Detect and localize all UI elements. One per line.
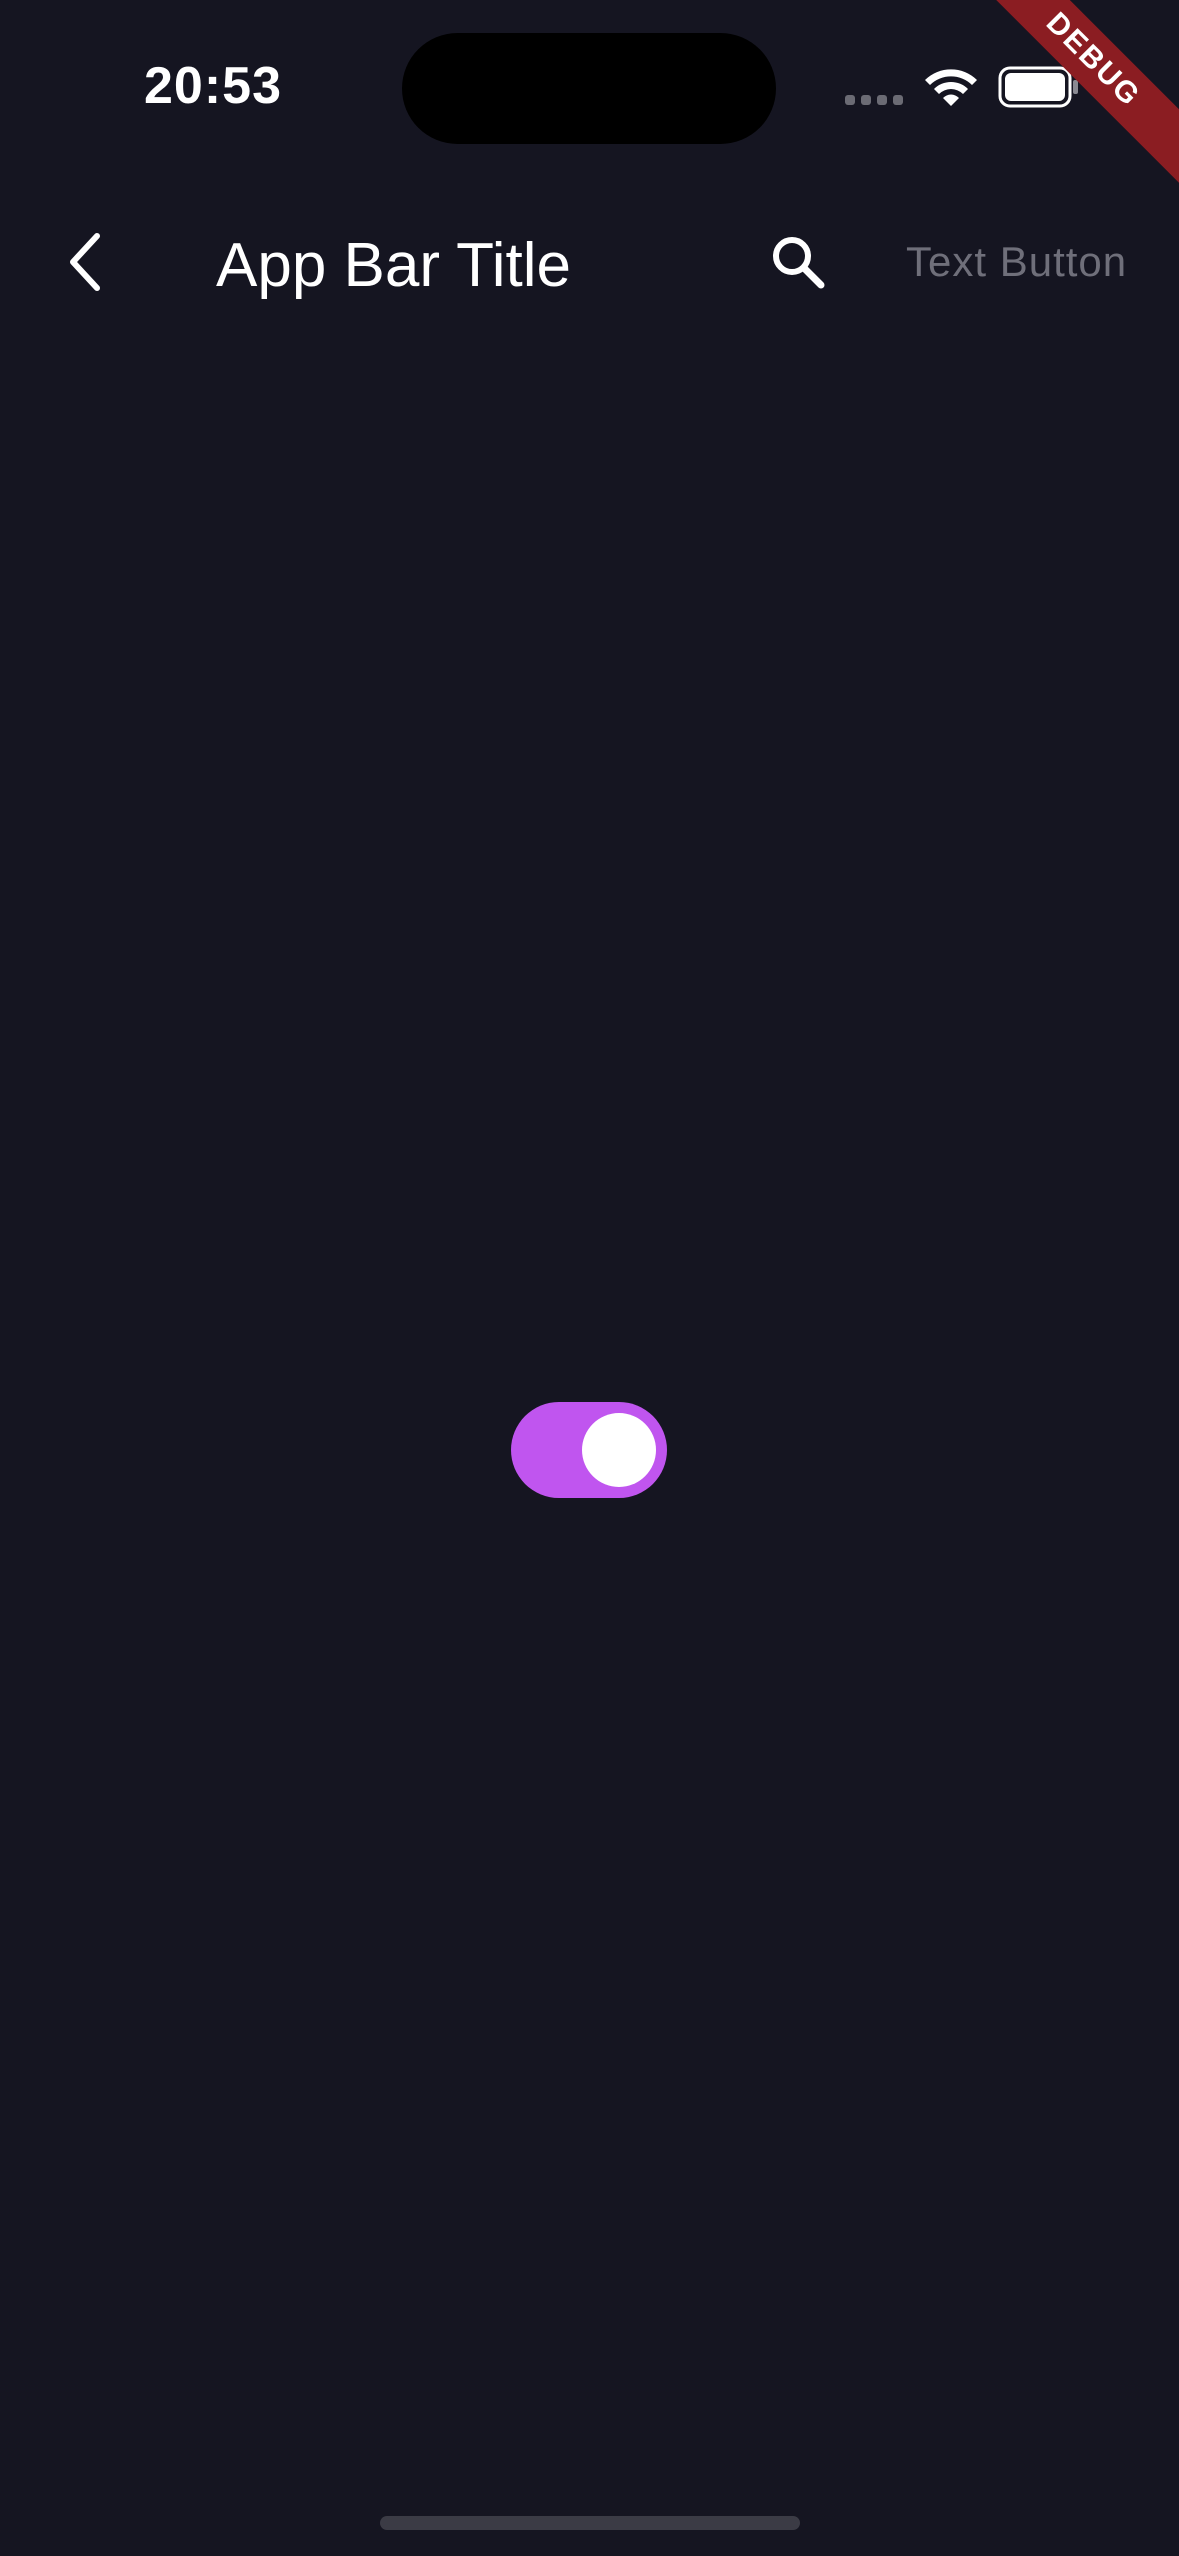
status-bar: 20:53 xyxy=(0,0,1179,170)
search-icon xyxy=(773,237,825,289)
page-title: App Bar Title xyxy=(216,231,571,300)
toggle-switch[interactable] xyxy=(511,1402,667,1498)
chevron-left-icon xyxy=(70,233,100,291)
toggle-switch-thumb xyxy=(582,1413,656,1487)
back-button[interactable] xyxy=(50,222,120,302)
wifi-icon xyxy=(925,69,977,106)
home-indicator[interactable] xyxy=(380,2516,800,2530)
cellular-signal-icon xyxy=(845,95,905,107)
app-bar: App Bar Title Text Button xyxy=(0,200,1179,324)
dynamic-island xyxy=(402,33,776,144)
status-time: 20:53 xyxy=(144,57,282,115)
text-button[interactable]: Text Button xyxy=(906,238,1127,286)
search-button[interactable] xyxy=(762,226,834,298)
